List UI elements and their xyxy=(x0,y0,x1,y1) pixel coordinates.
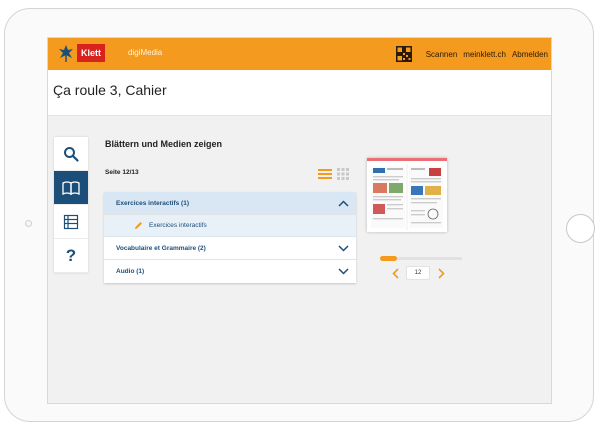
page-pager: 12 xyxy=(388,266,448,280)
sidebar-book-button[interactable] xyxy=(54,171,88,205)
search-icon xyxy=(64,146,79,162)
klett-logo-icon xyxy=(59,45,73,62)
top-bar: Klett digiMedia Scannen meinklett.ch Abm… xyxy=(48,38,551,70)
page-slider-handle[interactable] xyxy=(380,256,397,261)
help-icon: ? xyxy=(65,245,77,265)
app-name: digiMedia xyxy=(128,48,163,57)
logout-link[interactable]: Abmelden xyxy=(512,50,548,59)
list-item-exercices-interactifs[interactable]: Exercices interactifs xyxy=(104,215,356,237)
klett-logo[interactable]: Klett xyxy=(56,43,105,63)
scan-link[interactable]: Scannen xyxy=(426,50,458,59)
sidebar-help-button[interactable]: ? xyxy=(54,239,88,273)
accordion-exercices-interactifs[interactable]: Exercices interactifs (1) xyxy=(104,192,356,215)
next-page-button[interactable] xyxy=(434,266,448,280)
list-view-icon[interactable] xyxy=(318,168,332,180)
accordion-label: Audio (1) xyxy=(116,268,145,275)
prev-page-button[interactable] xyxy=(388,266,402,280)
page-title: Ça roule 3, Cahier xyxy=(53,82,167,98)
page-indicator: Seite 12/13 xyxy=(105,169,139,176)
sidebar: ? xyxy=(54,137,88,273)
sidebar-search-button[interactable] xyxy=(54,137,88,171)
accordion-vocabulaire-grammaire[interactable]: Vocabulaire et Grammaire (2) xyxy=(104,237,356,260)
qr-code-icon[interactable] xyxy=(395,46,412,62)
media-list: Exercices interactifs (1) Exercices inte… xyxy=(104,192,356,283)
section-heading: Blättern und Medien zeigen xyxy=(105,139,223,149)
tablet-camera xyxy=(25,220,32,227)
view-toggle xyxy=(318,168,350,180)
tablet-home-button[interactable] xyxy=(566,214,595,243)
app-screen: Klett digiMedia Scannen meinklett.ch Abm… xyxy=(47,37,552,404)
accordion-label: Exercices interactifs (1) xyxy=(116,199,189,207)
chevron-down-icon xyxy=(338,244,349,252)
list-icon xyxy=(63,214,79,229)
title-bar: Ça roule 3, Cahier xyxy=(48,70,551,116)
chevron-left-icon xyxy=(391,267,399,279)
page-thumbnail[interactable] xyxy=(367,158,447,232)
page-number-input[interactable]: 12 xyxy=(406,266,430,280)
accordion-label: Vocabulaire et Grammaire (2) xyxy=(116,244,206,252)
accordion-audio[interactable]: Audio (1) xyxy=(104,260,356,283)
meinklett-link[interactable]: meinklett.ch xyxy=(463,50,506,59)
thumbnail-page-content xyxy=(371,164,443,230)
top-nav: Scannen meinklett.ch Abmelden xyxy=(395,46,548,62)
klett-logo-text: Klett xyxy=(77,44,105,62)
list-item-label: Exercices interactifs xyxy=(149,222,207,229)
chevron-down-icon xyxy=(338,268,349,275)
book-icon xyxy=(62,180,80,195)
pencil-icon xyxy=(135,222,142,229)
sidebar-list-button[interactable] xyxy=(54,205,88,239)
grid-view-icon[interactable] xyxy=(336,168,350,180)
chevron-right-icon xyxy=(437,267,445,279)
chevron-up-icon xyxy=(338,199,349,207)
